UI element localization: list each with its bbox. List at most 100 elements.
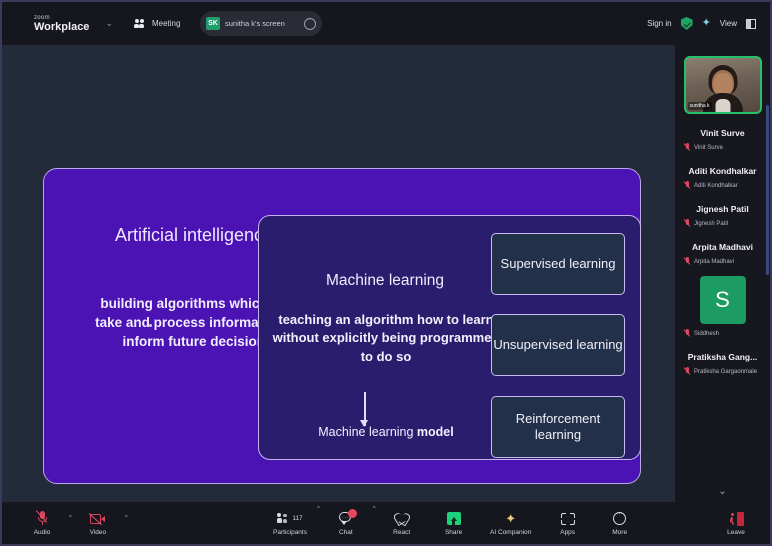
rail-scrollbar[interactable] (766, 105, 769, 275)
ai-companion-button-label: AI Companion (490, 528, 532, 536)
ai-companion-sparkle-icon: ✦ (505, 511, 517, 526)
chevron-down-icon[interactable]: ⌄ (105, 18, 113, 29)
participant-status-row: Arpita Madhavi (675, 257, 770, 266)
toolbar-center-group: 117 Participants ^ ··· Chat ^ React Shar… (264, 502, 646, 544)
video-options-caret-icon[interactable]: ^ (125, 511, 128, 521)
share-screen-button[interactable]: Share (428, 511, 480, 536)
active-speaker-video-tile[interactable]: sunitha k (683, 56, 762, 114)
apps-button[interactable]: Apps (542, 511, 594, 536)
ai-companion-button[interactable]: ✦ AI Companion (480, 511, 542, 536)
participant-name: Pratiksha Gang... (687, 352, 758, 362)
participant-subname: Aditi Kondhalkar (694, 182, 738, 189)
audio-button-label: Audio (33, 528, 51, 536)
meeting-tab-label: Meeting (151, 19, 181, 28)
leave-group: Leave (710, 502, 762, 544)
ai-panel-title: Artificial intelligence (114, 225, 274, 245)
layout-view-icon[interactable] (746, 18, 756, 29)
leave-door-icon (729, 511, 744, 527)
av-controls-group: Audio ^ Video ^ (16, 510, 128, 536)
more-options-icon (613, 509, 627, 527)
ai-sparkle-icon[interactable]: ✦ (702, 18, 711, 29)
camera-muted-icon (88, 511, 106, 527)
share-options-icon[interactable] (304, 16, 316, 30)
sharer-initials-badge: SK (206, 17, 220, 30)
participant-tile[interactable]: Aditi Kondhalkar Aditi Kondhalkar (675, 166, 770, 190)
participants-count: 117 (292, 515, 303, 522)
share-status-text: sunitha k's screen (225, 19, 285, 28)
leave-button[interactable]: Leave (710, 511, 762, 536)
sign-in-button[interactable]: Sign in (647, 19, 671, 28)
encryption-shield-icon[interactable] (680, 17, 693, 30)
participant-name: Jignesh Patil (696, 204, 749, 214)
react-button[interactable]: React (376, 511, 428, 536)
header-right-cluster: Sign in ✦ View (647, 17, 760, 30)
zoom-meeting-window: zoom Workplace ⌄ Meeting SK sunitha k's … (0, 0, 772, 546)
reinforcement-learning-box: Reinforcement learning (491, 396, 625, 458)
react-button-label: React (393, 528, 411, 536)
mic-muted-icon (684, 329, 691, 338)
participants-button[interactable]: 117 Participants (264, 511, 316, 536)
more-button-label: More (612, 528, 628, 536)
chat-icon: ··· (338, 509, 357, 527)
participant-subname: Arpita Madhavi (694, 258, 735, 265)
chat-button-label: Chat (338, 528, 353, 536)
participant-name: Aditi Kondhalkar (688, 166, 757, 176)
more-button[interactable]: More (594, 509, 646, 536)
video-button-label: Video (89, 528, 107, 536)
down-arrow-icon (361, 392, 368, 427)
avatar-shirt (715, 99, 730, 112)
zoom-workplace-logo: zoom Workplace (34, 15, 89, 33)
meeting-tab[interactable]: Meeting (134, 18, 181, 29)
participant-status-row: Vinit Surve (675, 143, 770, 152)
ml-model-caption: Machine learning model (267, 425, 505, 439)
share-button-label: Share (444, 528, 463, 536)
participant-subname: Vinit Surve (694, 144, 723, 151)
mic-muted-icon (684, 367, 691, 376)
apps-icon (560, 511, 575, 527)
participant-tile[interactable]: Jignesh Patil Jignesh Patil (675, 204, 770, 228)
ml-panel-description: teaching an algorithm how to learn witho… (272, 312, 500, 364)
screen-share-indicator[interactable]: SK sunitha k's screen (200, 11, 322, 36)
video-button[interactable]: Video (72, 511, 124, 536)
app-header: zoom Workplace ⌄ Meeting SK sunitha k's … (2, 2, 770, 45)
mic-muted-icon (684, 257, 691, 266)
ml-model-prefix: Machine learning (318, 425, 417, 439)
audio-button[interactable]: Audio (16, 510, 68, 536)
microphone-muted-icon (34, 510, 48, 527)
participant-tile[interactable]: Arpita Madhavi Arpita Madhavi (675, 242, 770, 266)
rail-scroll-down-icon[interactable]: ⌄ (675, 486, 770, 497)
unsupervised-learning-box: Unsupervised learning (491, 314, 625, 376)
reactions-heart-icon (395, 511, 408, 527)
chat-button[interactable]: ··· Chat (320, 509, 372, 536)
participants-rail[interactable]: sunitha k Vinit Surve Vinit Surve Aditi … (674, 45, 770, 502)
brand-line-2: Workplace (34, 20, 90, 33)
participant-status-row: Jignesh Patil (675, 219, 770, 228)
share-screen-icon (446, 511, 461, 527)
avatar-status-row: Siddhesh (675, 329, 770, 338)
participant-tile[interactable]: Pratiksha Gang... Pratiksha Gargaonmale (675, 352, 770, 376)
participant-subname: Pratiksha Gargaonmale (694, 368, 758, 375)
participant-status-row: Pratiksha Gargaonmale (675, 367, 770, 376)
participant-name: Vinit Surve (700, 128, 745, 138)
participant-subname: Siddhesh (694, 330, 720, 337)
shared-screen-stage[interactable]: Artificial intelligence building algorit… (2, 45, 674, 502)
mic-muted-icon (684, 181, 691, 190)
leave-button-label: Leave (727, 528, 745, 536)
participant-tile[interactable]: Vinit Surve Vinit Surve (675, 128, 770, 152)
participant-avatar-initial[interactable]: S (699, 276, 746, 324)
chat-unread-badge (347, 509, 357, 518)
view-button-label[interactable]: View (720, 19, 737, 28)
people-icon (134, 18, 147, 29)
apps-button-label: Apps (560, 528, 576, 536)
meeting-body: Artificial intelligence building algorit… (2, 45, 770, 502)
participants-button-label: Participants (273, 528, 307, 536)
ml-panel-title: Machine learning (325, 272, 445, 289)
participants-icon: 117 (277, 511, 303, 527)
participant-name: Arpita Madhavi (692, 242, 753, 252)
participant-subname: Jignesh Patil (694, 220, 729, 227)
participant-status-row: Aditi Kondhalkar (675, 181, 770, 190)
mic-muted-icon (684, 143, 691, 152)
mic-muted-icon (684, 219, 691, 228)
ml-model-bold: model (416, 425, 454, 439)
meeting-toolbar: Audio ^ Video ^ 117 Participants ^ ··· C… (2, 502, 770, 544)
